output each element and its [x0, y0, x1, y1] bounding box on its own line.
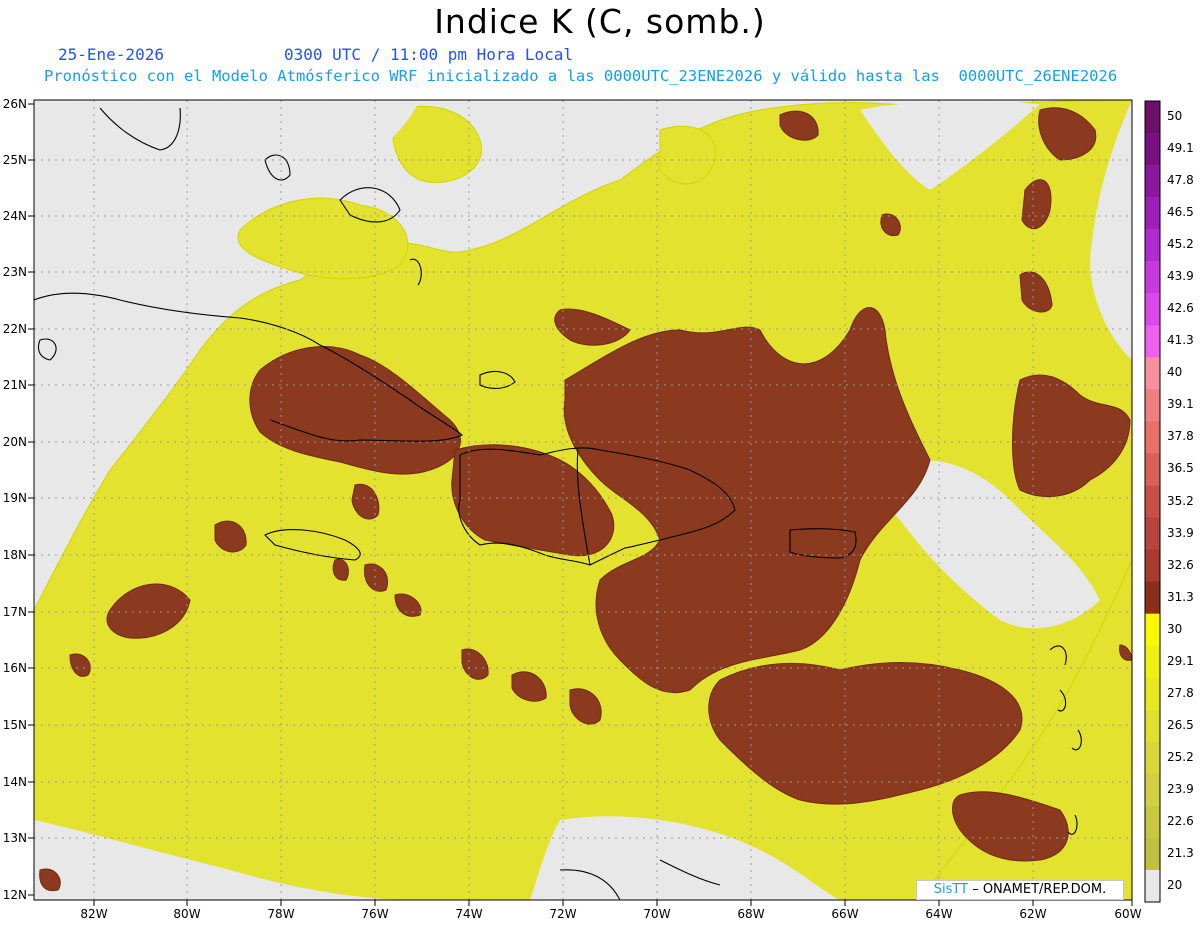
colorbar-label: 29.1 [1167, 653, 1194, 668]
colorbar-label: 20 [1167, 877, 1183, 892]
colorbar-swatch [1145, 389, 1160, 422]
x-axis: 82W 80W 78W 76W 74W 72W 70W 68W 66W 64W … [80, 900, 1142, 921]
colorbar-label: 37.8 [1167, 429, 1194, 444]
colorbar-label: 41.3 [1167, 333, 1194, 348]
colorbar-swatch [1145, 613, 1160, 647]
colorbar-label: 40 [1167, 365, 1183, 380]
model-description: Pronóstico con el Modelo Atmósferico WRF… [44, 67, 1118, 85]
colorbar-swatch [1145, 645, 1160, 679]
k-index-map: 82W 80W 78W 76W 74W 72W 70W 68W 66W 64W … [3, 97, 1161, 921]
x-tick-label: 68W [737, 907, 764, 921]
x-tick-label: 74W [455, 907, 482, 921]
y-tick-label: 17N [3, 605, 27, 619]
colorbar-swatch [1145, 549, 1160, 583]
colorbar-label: 23.9 [1167, 781, 1194, 796]
y-tick-label: 21N [3, 378, 27, 392]
colorbar-swatch [1145, 165, 1160, 198]
credit-text: – ONAMET/REP.DOM. [968, 882, 1107, 897]
colorbar-swatch [1145, 517, 1160, 551]
y-tick-label: 12N [3, 888, 27, 902]
colorbar-label: 47.8 [1167, 173, 1194, 188]
y-tick-label: 18N [3, 548, 27, 562]
colorbar-label: 50 [1167, 109, 1183, 124]
colorbar-label: 27.8 [1167, 685, 1194, 700]
colorbar-swatch [1145, 773, 1160, 807]
colorbar-swatch [1145, 133, 1160, 166]
colorbar-swatch [1145, 325, 1160, 358]
y-tick-label: 19N [3, 491, 27, 505]
colorbar-label: 39.1 [1167, 397, 1194, 412]
colorbar-label: 26.5 [1167, 717, 1194, 732]
forecast-time: 0300 UTC / 11:00 pm Hora Local [284, 45, 573, 64]
credit-brand: SisTT [933, 882, 969, 897]
colorbar-swatch [1145, 421, 1160, 454]
colorbar [1144, 100, 1161, 903]
colorbar-swatch [1145, 101, 1160, 134]
colorbar-label: 42.6 [1167, 301, 1194, 316]
y-tick-label: 25N [3, 153, 27, 167]
colorbar-swatch [1145, 709, 1160, 743]
credit-box: SisTT – ONAMET/REP.DOM. [916, 880, 1124, 900]
x-tick-label: 60W [1114, 907, 1141, 921]
x-tick-label: 70W [643, 907, 670, 921]
colorbar-swatch [1145, 805, 1160, 839]
colorbar-label: 30 [1167, 621, 1183, 636]
colorbar-label: 35.2 [1167, 493, 1194, 508]
y-tick-label: 20N [3, 435, 27, 449]
y-tick-label: 24N [3, 209, 27, 223]
x-tick-label: 66W [831, 907, 858, 921]
x-tick-label: 78W [267, 907, 294, 921]
colorbar-swatch [1145, 197, 1160, 230]
colorbar-label: 45.2 [1167, 237, 1194, 252]
forecast-date: 25-Ene-2026 [58, 45, 164, 64]
colorbar-label: 25.2 [1167, 749, 1194, 764]
colorbar-label: 21.3 [1167, 845, 1194, 860]
y-axis: 26N 25N 24N 23N 22N 21N 20N 19N 18N 17N … [3, 97, 34, 902]
x-tick-label: 62W [1019, 907, 1046, 921]
y-tick-label: 16N [3, 661, 27, 675]
x-tick-label: 72W [549, 907, 576, 921]
colorbar-label: 43.9 [1167, 269, 1194, 284]
colorbar-swatch [1145, 837, 1160, 871]
x-tick-label: 82W [80, 907, 107, 921]
colorbar-swatch [1145, 677, 1160, 711]
colorbar-swatch [1145, 229, 1160, 262]
colorbar-swatch [1145, 741, 1160, 775]
colorbar-label: 49.1 [1167, 141, 1194, 156]
colorbar-swatch [1145, 293, 1160, 326]
map-title: Indice K (C, somb.) [434, 2, 766, 41]
y-tick-label: 23N [3, 265, 27, 279]
x-tick-label: 80W [173, 907, 200, 921]
colorbar-swatch [1145, 261, 1160, 294]
colorbar-label: 46.5 [1167, 205, 1194, 220]
y-tick-label: 13N [3, 831, 27, 845]
x-tick-label: 76W [361, 907, 388, 921]
y-tick-label: 14N [3, 775, 27, 789]
colorbar-swatch [1145, 357, 1160, 390]
colorbar-label: 22.6 [1167, 813, 1194, 828]
colorbar-label: 33.9 [1167, 525, 1194, 540]
y-tick-label: 15N [3, 718, 27, 732]
colorbar-label: 36.5 [1167, 461, 1194, 476]
y-tick-label: 26N [3, 97, 27, 111]
colorbar-swatch [1145, 581, 1160, 615]
colorbar-swatch [1145, 485, 1160, 519]
colorbar-swatch [1145, 453, 1160, 486]
x-tick-label: 64W [925, 907, 952, 921]
y-tick-label: 22N [3, 322, 27, 336]
colorbar-swatch [1145, 869, 1160, 903]
colorbar-label: 32.6 [1167, 557, 1194, 572]
colorbar-label: 31.3 [1167, 589, 1194, 604]
